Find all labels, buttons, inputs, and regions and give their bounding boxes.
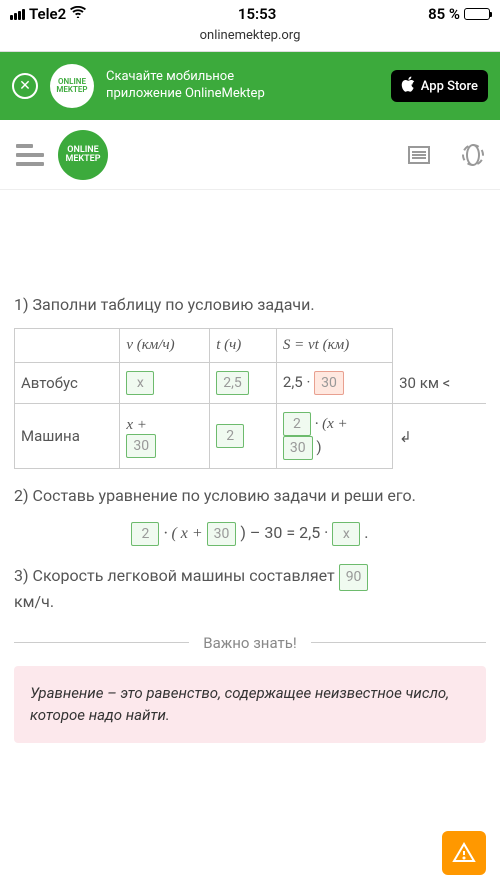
promo-banner: ✕ ONLINE MEKTEP Скачайте мобильное прило… (0, 52, 500, 120)
input-car-v[interactable]: 30 (126, 434, 156, 458)
battery-icon (464, 8, 490, 20)
th-t: t (ч) (210, 329, 277, 363)
eq-input-e[interactable]: x (332, 522, 360, 546)
question-3: 3) Скорость легковой машины составляет 9… (14, 564, 486, 614)
table-row: Машина x + 30 2 2 · (x + 30 ) ↲ (15, 404, 487, 469)
question-1-text: 1) Заполни таблицу по условию задачи. (14, 294, 486, 316)
promo-line1: Скачайте мобильное (106, 69, 379, 86)
content: 1) Заполни таблицу по условию задачи. v … (0, 190, 500, 757)
divider-text: Важно знать! (189, 634, 310, 652)
q3-after: км/ч. (14, 592, 54, 611)
row1-t: 2,5 (210, 363, 277, 404)
apple-icon (401, 76, 415, 96)
app-header: ONLINE MEKTEP (0, 120, 500, 190)
globe-icon[interactable] (462, 144, 484, 166)
list-icon[interactable] (408, 146, 430, 164)
battery-pct: 85 % (428, 5, 460, 23)
wifi-icon (70, 6, 86, 22)
status-left: Tele2 (10, 5, 86, 23)
row2-s: 2 · (x + 30 ) (276, 404, 392, 469)
row2-extra: ↲ (393, 404, 486, 469)
q3-input[interactable]: 90 (339, 564, 369, 592)
warning-icon[interactable] (442, 831, 486, 875)
row1-extra: 30 км < (393, 363, 486, 404)
info-text: Уравнение – это равенство, содержащее не… (30, 684, 449, 725)
th-blank (15, 329, 120, 363)
question-2-text: 2) Составь уравнение по условию задачи и… (14, 485, 486, 507)
eq-input-c[interactable]: 30 (207, 522, 237, 546)
menu-icon[interactable] (16, 144, 44, 166)
appstore-label: App Store (421, 79, 478, 94)
row1-label: Автобус (15, 363, 120, 404)
row2-v: x + 30 (120, 404, 210, 469)
input-car-s-b[interactable]: 30 (283, 436, 313, 460)
row1-s: 2,5 · 30 (276, 363, 392, 404)
table-row: Автобус x 2,5 2,5 · 30 30 км < (15, 363, 487, 404)
eq-input-a[interactable]: 2 (131, 522, 159, 546)
signal-icon (10, 9, 25, 20)
data-table: v (км/ч) t (ч) S = vt (км) Автобус x 2,5… (14, 328, 486, 469)
input-car-t[interactable]: 2 (216, 424, 244, 448)
promo-line2: приложение OnlineMektep (106, 86, 379, 103)
th-v: v (км/ч) (120, 329, 210, 363)
row2-t: 2 (210, 404, 277, 469)
carrier-label: Tele2 (29, 5, 66, 23)
url-bar: onlinemektep.org (0, 28, 500, 52)
header-logo[interactable]: ONLINE MEKTEP (58, 130, 108, 180)
th-s: S = vt (км) (276, 329, 392, 363)
divider: Важно знать! (14, 634, 486, 652)
promo-logo: ONLINE MEKTEP (50, 64, 94, 108)
input-bus-s[interactable]: 30 (314, 371, 344, 395)
status-right: 85 % (428, 5, 490, 23)
input-bus-v[interactable]: x (126, 371, 154, 395)
status-bar: Tele2 15:53 85 % (0, 0, 500, 28)
equation: 2 · ( x + 30 ) – 30 = 2,5 · x . (14, 522, 486, 546)
input-car-s-a[interactable]: 2 (283, 412, 311, 436)
input-bus-t[interactable]: 2,5 (216, 371, 249, 395)
q3-before: 3) Скорость легковой машины составляет (14, 566, 335, 585)
info-box: Уравнение – это равенство, содержащее не… (14, 666, 486, 743)
promo-text: Скачайте мобильное приложение OnlineMekt… (106, 69, 379, 103)
appstore-button[interactable]: App Store (391, 70, 488, 102)
close-icon[interactable]: ✕ (12, 73, 38, 99)
clock: 15:53 (238, 5, 276, 23)
row2-label: Машина (15, 404, 120, 469)
row1-v: x (120, 363, 210, 404)
